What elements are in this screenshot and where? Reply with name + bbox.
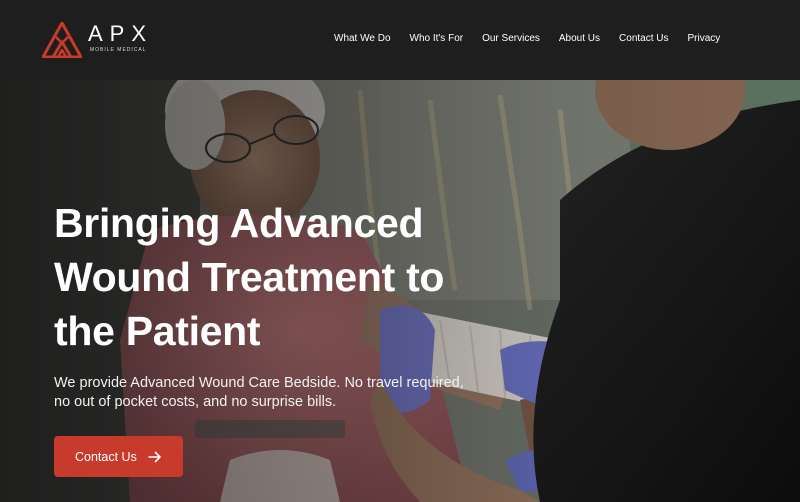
hero-title: Bringing Advanced Wound Treatment to the… <box>54 200 445 354</box>
main-nav: What We Do Who It's For Our Services Abo… <box>334 32 720 46</box>
hero-content: Bringing Advanced Wound Treatment to the… <box>54 196 474 477</box>
contact-us-label: Contact Us <box>75 449 137 464</box>
nav-about-us[interactable]: About Us <box>559 32 600 46</box>
contact-us-button[interactable]: Contact Us <box>54 436 183 477</box>
hero-subtitle: We provide Advanced Wound Care Bedside. … <box>54 375 464 410</box>
brand-name: APX <box>88 21 154 46</box>
nav-what-we-do[interactable]: What We Do <box>334 32 391 46</box>
brand-tagline: MOBILE MEDICAL <box>90 47 147 53</box>
nav-contact-us[interactable]: Contact Us <box>619 32 668 46</box>
site-header: APX MOBILE MEDICAL What We Do Who It's F… <box>0 0 800 80</box>
brand-logo[interactable]: APX MOBILE MEDICAL <box>42 22 153 58</box>
apx-logo-icon <box>42 22 82 58</box>
nav-who-its-for[interactable]: Who It's For <box>410 32 464 46</box>
nav-our-services[interactable]: Our Services <box>482 32 540 46</box>
nav-privacy[interactable]: Privacy <box>688 32 721 46</box>
arrow-right-icon <box>148 451 161 462</box>
